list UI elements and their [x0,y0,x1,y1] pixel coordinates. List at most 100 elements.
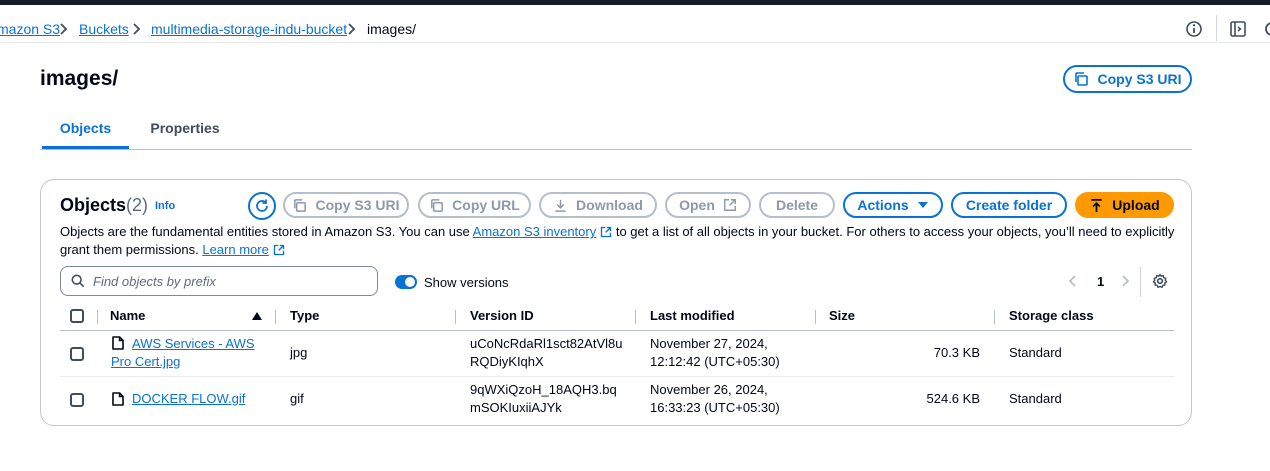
chevron-left-icon[interactable] [1066,273,1078,292]
object-name-link[interactable]: DOCKER FLOW.gif [132,390,245,408]
copy-icon [1075,72,1089,86]
select-all-checkbox[interactable] [70,309,84,323]
download-label: Download [576,197,643,213]
objects-heading: Objects [60,195,127,215]
show-versions-toggle[interactable] [395,275,417,289]
column-header-type[interactable]: Type [290,308,319,324]
column-header-last-modified[interactable]: Last modified [650,308,735,324]
search-icon [71,274,85,288]
object-version-id: uCoNcRdaRl1sct82AtVl8u [470,336,623,351]
object-size: 524.6 KB [926,391,981,406]
file-icon [112,392,124,406]
create-folder-button[interactable]: Create folder [951,192,1067,218]
object-version-id: mSOKIuxiiAJYk [470,400,562,415]
object-version-id: RQDiyKIqhX [470,354,544,369]
delete-button[interactable]: Delete [759,192,835,218]
object-last-modified: 12:12:42 (UTC+05:30) [650,354,780,369]
chevron-right-icon[interactable] [1120,273,1132,292]
refresh-icon [256,199,268,212]
copy-icon [431,198,444,212]
column-divider [815,310,816,324]
object-type: jpg [290,345,308,360]
search-input[interactable] [93,268,373,294]
tab-list: Objects Properties [40,110,1192,150]
external-link-icon [273,244,285,256]
download-button[interactable]: Download [539,192,657,218]
info-link[interactable]: Info [155,200,175,212]
row-checkbox[interactable] [70,347,84,361]
object-last-modified: 16:33:23 (UTC+05:30) [650,400,780,415]
object-last-modified: November 26, 2024, [650,382,768,397]
object-storage-class: Standard [1009,391,1062,406]
delete-label: Delete [775,197,819,213]
learn-more-label: Learn more [202,242,269,257]
info-circle-icon[interactable] [1184,19,1204,39]
chevron-right-icon [347,21,357,37]
object-name-link[interactable]: Pro Cert.jpg [111,353,180,371]
actions-label: Actions [857,197,909,213]
column-divider [275,310,276,324]
upload-icon [1091,198,1102,212]
copy-url-label: Copy URL [452,197,520,213]
actions-dropdown-button[interactable]: Actions [843,192,943,218]
upload-label: Upload [1112,197,1160,213]
copy-s3-uri-button-disabled[interactable]: Copy S3 URI [283,192,409,218]
breadcrumb-buckets[interactable]: Buckets [79,21,129,37]
column-header-storage-class[interactable]: Storage class [1009,308,1094,324]
open-label: Open [679,197,715,213]
column-header-name[interactable]: Name [110,308,145,324]
learn-more-link[interactable]: Learn more [202,242,285,257]
tab-objects[interactable]: Objects [42,110,129,149]
column-divider [97,310,98,324]
breadcrumb-amazon-s3[interactable]: mazon S3 [0,21,60,37]
current-page-number[interactable]: 1 [1097,274,1104,290]
create-folder-label: Create folder [965,197,1053,213]
upload-button[interactable]: Upload [1075,192,1174,218]
copy-icon [294,198,307,212]
s3-inventory-link[interactable]: Amazon S3 inventory [473,224,613,239]
caret-down-icon [917,202,928,208]
search-box [60,266,378,296]
file-icon [112,336,124,350]
copy-s3-uri-label: Copy S3 URI [1097,71,1182,87]
object-type: gif [290,391,304,406]
column-divider [455,310,456,324]
external-link-icon [601,226,612,238]
column-header-size[interactable]: Size [829,308,855,324]
object-storage-class: Standard [1009,345,1062,360]
s3-inventory-link-label: Amazon S3 inventory [472,224,597,239]
chevron-right-icon [132,21,142,37]
column-divider [635,310,636,324]
download-icon [555,199,566,212]
table-header: Name Type Version ID Last modified Size … [60,302,1174,331]
page-title: images/ [40,67,119,90]
objects-description: Objects are the fundamental entities sto… [60,223,1180,259]
chevron-right-icon [59,21,69,37]
gear-icon[interactable] [1152,273,1168,292]
sort-up-icon[interactable] [252,312,262,320]
objects-count: (2) [126,195,148,215]
toolbar-divider [1216,15,1217,41]
object-size: 70.3 KB [933,345,980,360]
copy-s3-uri-label: Copy S3 URI [315,197,400,213]
object-last-modified: November 27, 2024, [650,336,768,351]
row-checkbox[interactable] [70,393,84,407]
panel-icon[interactable] [1228,19,1248,39]
column-header-version-id[interactable]: Version ID [470,308,534,324]
tab-properties[interactable]: Properties [138,110,232,149]
refresh-button[interactable] [248,192,276,220]
description-text-1: Objects are the fundamental entities sto… [60,224,473,239]
breadcrumb: mazon S3 Buckets multimedia-storage-indu… [0,5,1270,43]
object-name-link[interactable]: AWS Services - AWS [132,335,255,353]
copy-url-button[interactable]: Copy URL [418,192,531,218]
open-button[interactable]: Open [665,192,751,218]
external-link-icon [723,199,736,211]
table-row: DOCKER FLOW.gif gif 9qWXiQzoH_18AQH3.bq … [60,377,1174,423]
column-divider [994,310,995,324]
pagination-divider [1140,267,1141,297]
copy-s3-uri-button[interactable]: Copy S3 URI [1063,65,1192,93]
settings-icon[interactable] [1262,19,1270,39]
breadcrumb-bucket[interactable]: multimedia-storage-indu-bucket [151,21,347,37]
object-version-id: 9qWXiQzoH_18AQH3.bq [470,382,617,397]
show-versions-label: Show versions [424,275,509,290]
